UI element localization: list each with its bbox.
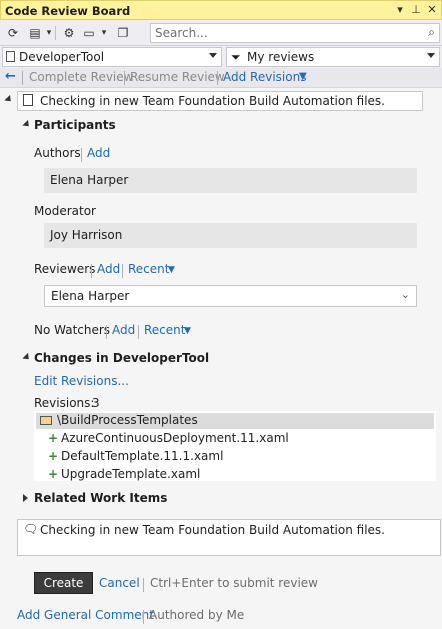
comment-icon: 🗨 xyxy=(23,522,39,536)
added-file-icon: + xyxy=(48,431,59,445)
revisions-count: 3 xyxy=(92,396,100,410)
added-file-icon: + xyxy=(48,449,59,463)
cancel-link[interactable]: Cancel xyxy=(99,576,140,590)
close-icon[interactable]: ✕ xyxy=(425,3,439,17)
complete-review-button[interactable]: Complete Review xyxy=(29,70,133,84)
search-input[interactable]: Search... xyxy=(155,26,208,40)
reviewer-select-value: Elena Harper xyxy=(51,289,130,303)
query-combo-value: My reviews xyxy=(247,50,315,64)
chevron-down-icon[interactable]: ▼ xyxy=(184,326,191,336)
separator xyxy=(138,325,139,339)
filter-bar: DeveloperTool ⏷ My reviews xyxy=(0,46,442,68)
dropdown-icon[interactable]: ▾ xyxy=(393,3,407,17)
reviewers-label: Reviewers xyxy=(34,262,96,276)
edit-revisions-link[interactable]: Edit Revisions... xyxy=(34,374,129,388)
toolbar: ⟳ ▤ ▾ ⚙ ▭ ▾ ❐ Search... ⌕ xyxy=(0,20,442,46)
folder-icon xyxy=(40,416,52,425)
separator xyxy=(217,71,218,85)
search-box[interactable]: Search... ⌕ xyxy=(150,23,440,43)
authored-by-me-filter[interactable]: Authored by Me xyxy=(149,608,244,622)
window-title: Code Review Board xyxy=(5,4,131,18)
query-combo[interactable]: ⏷ My reviews xyxy=(226,47,440,67)
participants-header: Participants xyxy=(34,118,116,132)
add-revisions-button[interactable]: Add Revisions xyxy=(223,70,306,84)
recent-reviewers-link[interactable]: Recent xyxy=(128,262,169,276)
toolbar-separator xyxy=(55,26,56,40)
copy-icon[interactable]: ❐ xyxy=(114,24,132,42)
file-item[interactable]: DefaultTemplate.11.1.xaml xyxy=(61,449,223,463)
create-button-label: Create xyxy=(43,576,84,590)
expand-icon[interactable] xyxy=(23,494,28,502)
moderator-box: Joy Harrison xyxy=(44,223,417,248)
project-icon xyxy=(6,51,15,62)
review-content: Checking in new Team Foundation Build Au… xyxy=(0,89,442,629)
author-name: Elena Harper xyxy=(50,173,129,187)
tree-folder-row[interactable]: \BuildProcessTemplates xyxy=(36,413,434,429)
title-bar: Code Review Board ▾ ⊥ ✕ xyxy=(0,0,442,20)
chevron-down-icon[interactable]: ▼ xyxy=(299,71,307,82)
chevron-down-icon[interactable] xyxy=(209,53,217,58)
file-item[interactable]: UpgradeTemplate.xaml xyxy=(61,467,200,481)
separator xyxy=(106,325,107,339)
reviewer-select[interactable]: Elena Harper ⌄ xyxy=(44,285,417,307)
chevron-down-icon[interactable]: ▼ xyxy=(168,265,175,275)
pin-icon[interactable]: ⊥ xyxy=(409,3,423,17)
related-work-items-header: Related Work Items xyxy=(34,491,168,505)
review-title-box: Checking in new Team Foundation Build Au… xyxy=(17,91,423,111)
moderator-label: Moderator xyxy=(34,204,96,218)
separator xyxy=(81,148,82,162)
separator xyxy=(22,71,23,85)
separator xyxy=(124,71,125,85)
add-general-comment-link[interactable]: Add General Comment xyxy=(17,608,154,622)
watchers-label: No Watchers xyxy=(34,323,111,337)
review-title: Checking in new Team Foundation Build Au… xyxy=(40,94,385,108)
comment-box[interactable]: 🗨 Checking in new Team Foundation Build … xyxy=(17,519,441,556)
separator xyxy=(122,264,123,278)
add-watcher-link[interactable]: Add xyxy=(112,323,135,337)
folder-name: \BuildProcessTemplates xyxy=(57,413,198,427)
moderator-name: Joy Harrison xyxy=(50,228,123,242)
add-reviewer-link[interactable]: Add xyxy=(97,262,120,276)
refresh-icon[interactable]: ⟳ xyxy=(4,24,22,42)
resume-review-button[interactable]: Resume Review xyxy=(130,70,225,84)
search-icon[interactable]: ⌕ xyxy=(428,25,435,40)
collapse-icon[interactable] xyxy=(22,119,32,130)
submit-hint: Ctrl+Enter to submit review xyxy=(150,576,318,590)
changes-tree: \BuildProcessTemplates + AzureContinuous… xyxy=(34,411,436,481)
settings-icon[interactable]: ⚙ xyxy=(60,24,78,42)
collapse-icon[interactable] xyxy=(4,94,14,105)
changes-header: Changes in DeveloperTool xyxy=(34,351,210,365)
collapse-icon[interactable] xyxy=(22,352,32,363)
added-file-icon: + xyxy=(48,467,59,481)
separator xyxy=(143,578,144,592)
create-button[interactable]: Create xyxy=(34,572,93,594)
layout-dropdown-icon[interactable]: ▾ xyxy=(95,24,113,42)
action-bar: ← Complete Review Resume Review Add Revi… xyxy=(0,68,442,88)
author-box: Elena Harper xyxy=(44,168,417,193)
separator xyxy=(143,610,144,624)
separator xyxy=(91,264,92,278)
chevron-down-icon[interactable]: ⌄ xyxy=(401,288,410,301)
back-arrow-icon[interactable]: ← xyxy=(5,69,16,84)
chevron-down-icon[interactable] xyxy=(427,53,435,58)
file-item[interactable]: AzureContinuousDeployment.11.xaml xyxy=(61,431,289,445)
project-combo[interactable]: DeveloperTool xyxy=(2,47,222,67)
filter-icon: ⏷ xyxy=(231,50,241,64)
comment-text[interactable]: Checking in new Team Foundation Build Au… xyxy=(40,523,385,537)
add-author-link[interactable]: Add xyxy=(87,146,110,160)
revisions-label: Revisions: xyxy=(34,396,95,410)
recent-watchers-link[interactable]: Recent xyxy=(144,323,185,337)
authors-label: Authors xyxy=(34,146,81,160)
project-combo-value: DeveloperTool xyxy=(19,50,105,64)
document-icon xyxy=(23,94,33,106)
